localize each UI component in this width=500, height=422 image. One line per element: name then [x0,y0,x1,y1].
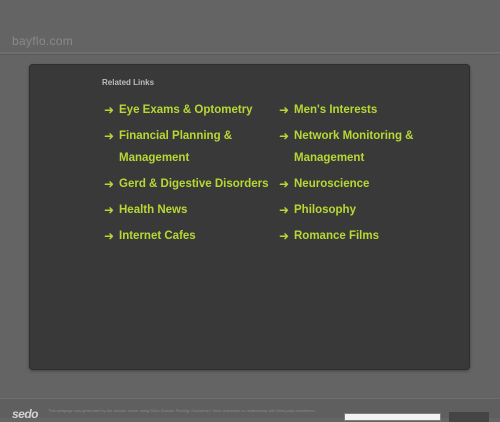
search-input[interactable] [344,413,441,421]
related-link-label: Financial Planning & Management [119,130,233,164]
top-divider [0,52,500,55]
footer-disclaimer: This webpage was generated by the domain… [48,408,316,413]
related-link-mens-interests[interactable]: ➜ Men's Interests [279,99,444,121]
related-link-financial-planning[interactable]: ➜ Financial Planning & Management [104,125,279,169]
related-link-label: Internet Cafes [119,230,196,242]
related-link-label: Men's Interests [294,104,378,116]
arrow-right-icon: ➜ [104,103,115,117]
arrow-right-icon: ➜ [104,203,115,217]
related-link-eye-exams[interactable]: ➜ Eye Exams & Optometry [104,99,279,121]
arrow-right-icon: ➜ [279,229,290,243]
arrow-right-icon: ➜ [104,129,115,143]
related-links-list: ➜ Eye Exams & Optometry ➜ Men's Interest… [104,99,444,247]
related-link-label: Romance Films [294,230,379,242]
top-bar: bayflo.com [0,0,500,56]
arrow-right-icon: ➜ [279,203,290,217]
related-link-neuroscience[interactable]: ➜ Neuroscience [279,173,444,195]
related-link-health-news[interactable]: ➜ Health News [104,199,279,221]
related-link-internet-cafes[interactable]: ➜ Internet Cafes [104,225,279,247]
arrow-right-icon: ➜ [279,177,290,191]
related-link-label: Network Monitoring & Management [294,130,414,164]
related-link-gerd-digestive[interactable]: ➜ Gerd & Digestive Disorders [104,173,279,195]
site-name: bayflo.com [12,34,74,48]
related-link-label: Health News [119,204,188,216]
arrow-right-icon: ➜ [279,103,290,117]
related-link-philosophy[interactable]: ➜ Philosophy [279,199,444,221]
arrow-right-icon: ➜ [279,129,290,143]
sedo-logo[interactable]: sedo [12,407,39,421]
related-link-label: Gerd & Digestive Disorders [119,178,269,190]
arrow-right-icon: ➜ [104,177,115,191]
related-links-title: Related Links [102,78,155,87]
arrow-right-icon: ➜ [104,229,115,243]
search-button[interactable] [449,412,489,422]
related-link-romance-films[interactable]: ➜ Romance Films [279,225,444,247]
related-link-label: Philosophy [294,204,356,216]
related-link-label: Neuroscience [294,178,370,190]
related-link-label: Eye Exams & Optometry [119,104,253,116]
footer-bar: sedo This webpage was generated by the d… [0,398,500,422]
related-link-network-monitoring[interactable]: ➜ Network Monitoring & Management [279,125,444,169]
